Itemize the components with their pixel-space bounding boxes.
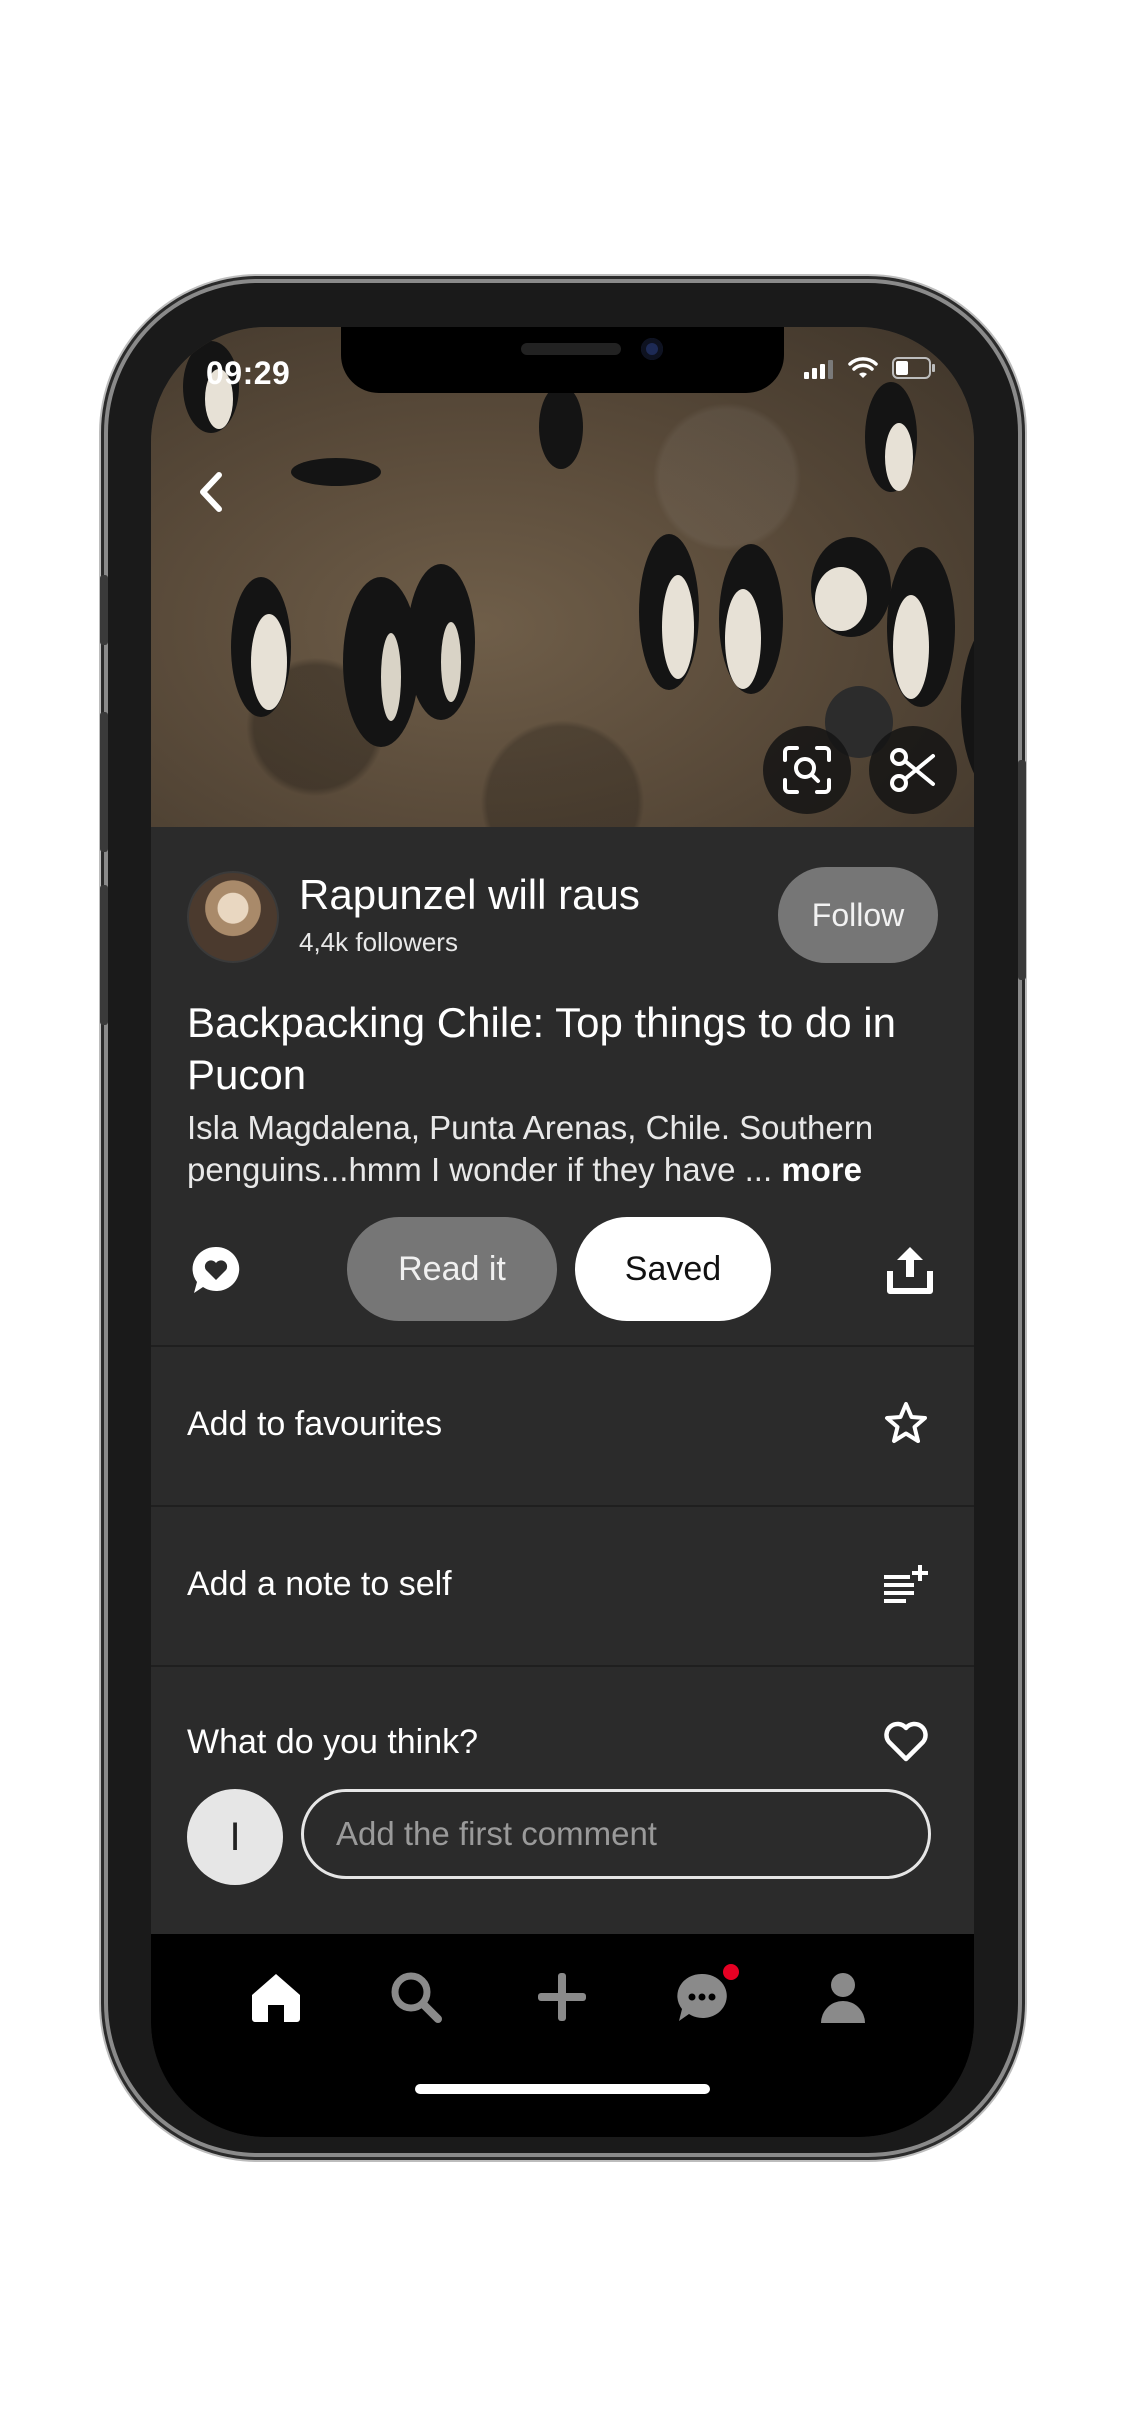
pin-title: Backpacking Chile: Top things to do in P… <box>187 999 896 1098</box>
star-icon <box>885 1402 927 1443</box>
home-icon <box>252 1974 300 2022</box>
pin-image[interactable]: 09:29 <box>151 327 974 827</box>
author-avatar[interactable] <box>187 871 279 963</box>
add-note-row[interactable]: Add a note to self <box>151 1507 974 1665</box>
wifi-icon <box>848 357 878 378</box>
heart-icon <box>884 1721 928 1762</box>
chevron-left-icon <box>200 472 222 512</box>
profile-icon <box>821 1973 865 2023</box>
speaker <box>521 343 621 355</box>
more-link[interactable]: more <box>781 1151 862 1188</box>
power-button <box>1018 760 1026 980</box>
signal-icon <box>804 360 833 379</box>
messages-notification-dot <box>723 1964 739 1980</box>
follow-button[interactable]: Follow <box>778 867 938 963</box>
comment-bubble-icon <box>192 1246 240 1293</box>
add-to-favourites-row[interactable]: Add to favourites <box>151 1347 974 1505</box>
nav-search[interactable] <box>381 1962 451 2032</box>
nav-home[interactable] <box>241 1962 311 2032</box>
visual-search-icon <box>783 746 831 794</box>
nav-profile[interactable] <box>808 1962 878 2032</box>
react-button[interactable] <box>882 1717 930 1765</box>
bottom-nav <box>151 1934 974 2137</box>
mute-switch <box>100 575 108 645</box>
share-button[interactable] <box>881 1241 939 1299</box>
volume-down-button <box>100 885 108 1025</box>
status-bar: 09:29 <box>151 327 974 417</box>
saved-button[interactable]: Saved <box>575 1217 771 1321</box>
scissors-icon <box>890 748 935 792</box>
action-row: Read it Saved <box>151 1217 974 1327</box>
pin-description: Isla Magdalena, Punta Arenas, Chile. Sou… <box>187 1107 947 1191</box>
plus-icon <box>538 1973 586 2021</box>
notch <box>341 327 784 393</box>
comment-button[interactable] <box>187 1241 245 1299</box>
user-avatar[interactable]: I <box>187 1789 283 1885</box>
nav-create[interactable] <box>527 1962 597 2032</box>
messages-icon <box>677 1973 727 2021</box>
reaction-label: What do you think? <box>187 1723 479 1761</box>
read-it-button[interactable]: Read it <box>347 1217 557 1321</box>
back-button[interactable] <box>191 467 231 517</box>
comment-input[interactable] <box>301 1789 931 1879</box>
search-icon <box>391 1972 442 2023</box>
share-icon <box>887 1247 933 1294</box>
favourites-button[interactable] <box>882 1399 930 1447</box>
note-button[interactable] <box>882 1559 930 1607</box>
pin-description-text: Isla Magdalena, Punta Arenas, Chile. Sou… <box>187 1109 874 1188</box>
add-note-label: Add a note to self <box>187 1565 452 1603</box>
nav-messages[interactable] <box>667 1962 739 2032</box>
status-time: 09:29 <box>206 355 291 391</box>
phone-screen: 09:29 Rapunzel will raus 4,4k followers … <box>151 327 974 2137</box>
add-to-favourites-label: Add to favourites <box>187 1405 443 1443</box>
author-followers: 4,4k followers <box>299 927 458 957</box>
home-indicator <box>415 2084 710 2094</box>
scissors-button[interactable] <box>869 726 957 814</box>
visual-search-button[interactable] <box>763 726 851 814</box>
reaction-row: What do you think? <box>151 1667 974 1767</box>
author-name[interactable]: Rapunzel will raus <box>299 871 640 919</box>
battery-icon <box>892 357 935 379</box>
note-add-icon <box>884 1565 928 1603</box>
volume-up-button <box>100 712 108 852</box>
front-camera <box>641 338 663 360</box>
status-icons <box>804 357 936 379</box>
